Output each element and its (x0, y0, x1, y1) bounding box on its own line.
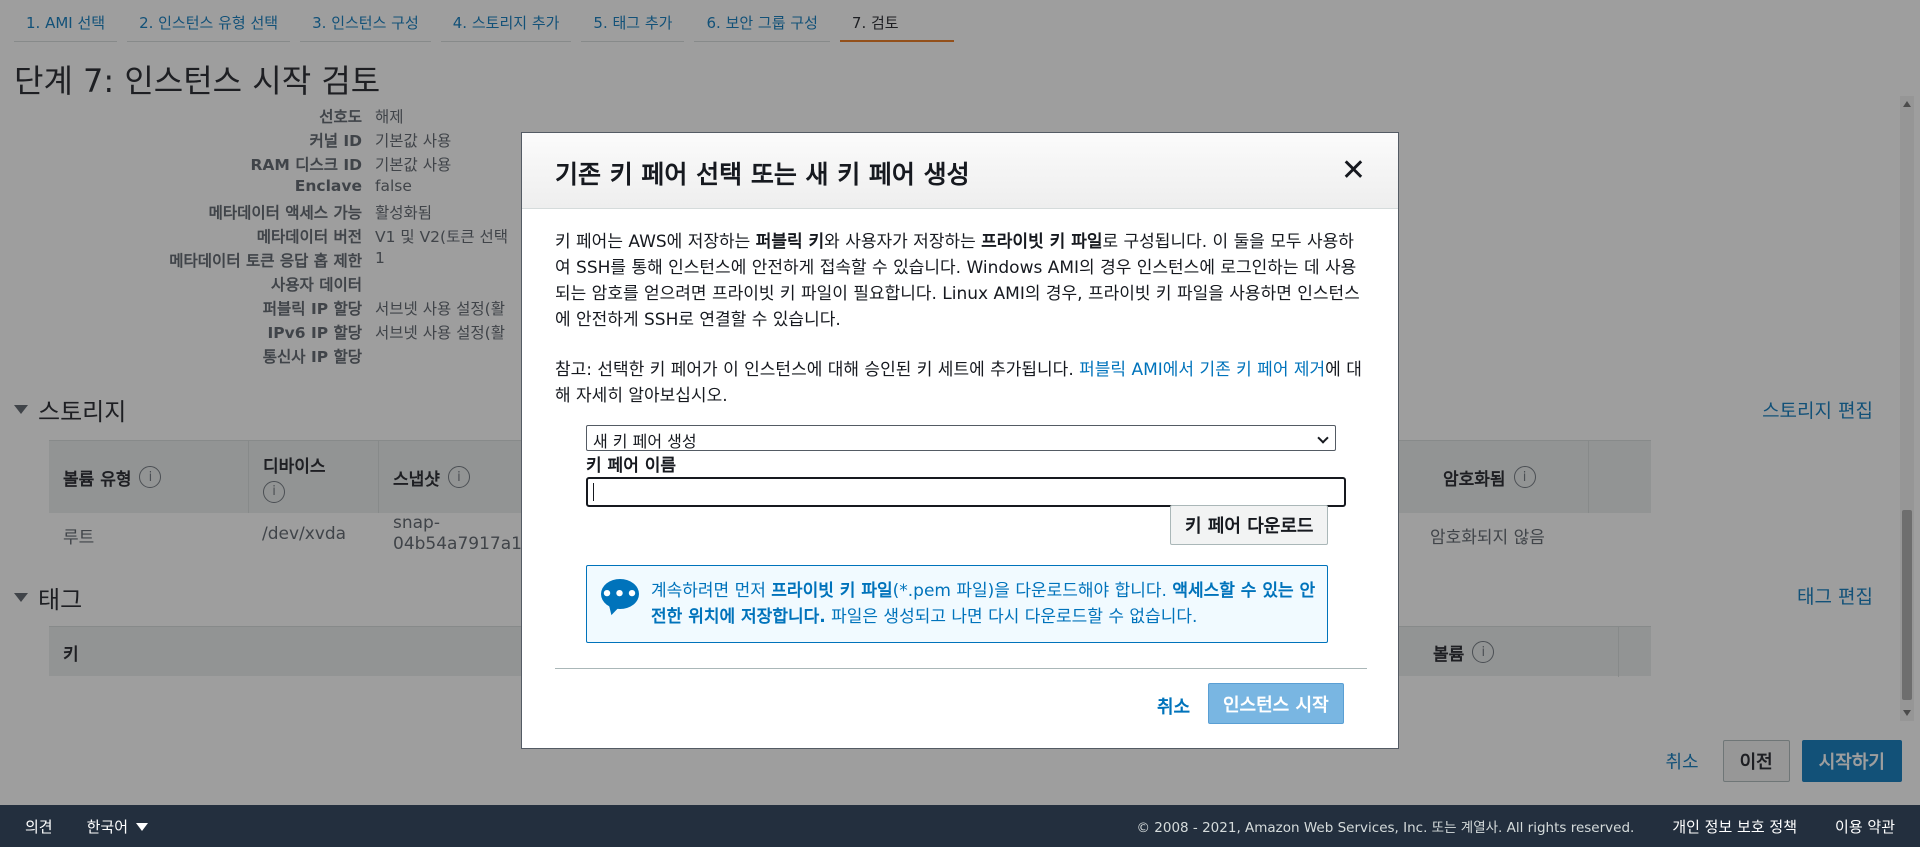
remove-keypair-link[interactable]: 퍼블릭 AMI에서 기존 키 페어 제거 (1079, 360, 1325, 380)
keypair-name-input[interactable] (586, 477, 1346, 507)
modal-note: 참고: 선택한 키 페어가 이 인스턴스에 대해 승인된 키 세트에 추가됩니다… (555, 360, 1362, 406)
footer: 의견 한국어 © 2008 - 2021, Amazon Web Service… (0, 805, 1920, 847)
download-keypair-button[interactable]: 키 페어 다운로드 (1170, 505, 1329, 545)
caret-down-icon (136, 823, 149, 831)
modal-header: 기존 키 페어 선택 또는 새 키 페어 생성 ✕ (522, 133, 1398, 209)
feedback-link[interactable]: 의견 (25, 816, 53, 837)
launch-instances-button[interactable]: 인스턴스 시작 (1208, 683, 1344, 724)
keypair-modal: 기존 키 페어 선택 또는 새 키 페어 생성 ✕ 키 페어는 AWS에 저장하… (521, 132, 1399, 749)
language-selector[interactable]: 한국어 (87, 816, 149, 837)
text-cursor (593, 483, 594, 501)
close-icon[interactable]: ✕ (1341, 156, 1366, 186)
alert-text: 계속하려면 먼저 프라이빗 키 파일(*.pem 파일)을 다운로드해야 합니다… (651, 581, 1316, 627)
keypair-name-label: 키 페어 이름 (586, 456, 677, 476)
info-alert: ••• 계속하려면 먼저 프라이빗 키 파일(*.pem 파일)을 다운로드해야… (586, 565, 1328, 643)
modal-cancel-button[interactable]: 취소 (1157, 693, 1190, 719)
keypair-action-select[interactable]: 새 키 페어 생성 (586, 425, 1336, 451)
modal-description: 키 페어는 AWS에 저장하는 퍼블릭 키와 사용자가 저장하는 프라이빗 키 … (555, 232, 1360, 330)
divider (555, 668, 1367, 669)
chat-bubble-icon: ••• (601, 579, 639, 609)
terms-link[interactable]: 이용 약관 (1835, 816, 1895, 837)
privacy-link[interactable]: 개인 정보 보호 정책 (1672, 816, 1797, 837)
copyright: © 2008 - 2021, Amazon Web Services, Inc.… (1136, 820, 1635, 836)
chevron-down-icon (1317, 432, 1329, 444)
modal-title: 기존 키 페어 선택 또는 새 키 페어 생성 (555, 160, 970, 189)
